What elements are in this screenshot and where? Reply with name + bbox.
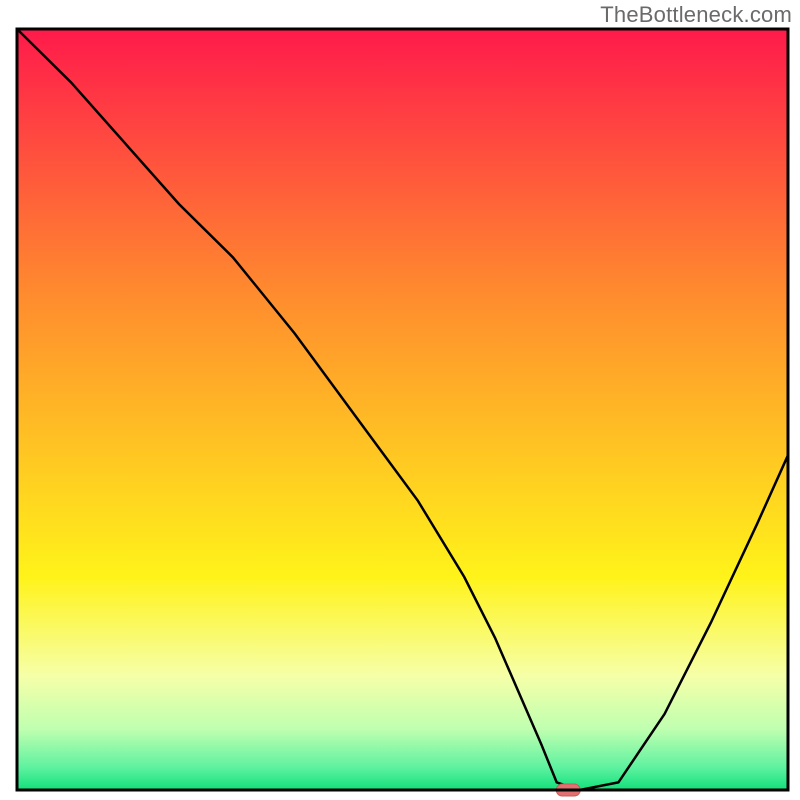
chart-container: TheBottleneck.com <box>0 0 800 800</box>
bottleneck-chart <box>0 0 800 800</box>
plot-background <box>17 29 788 790</box>
watermark-text: TheBottleneck.com <box>600 2 792 28</box>
